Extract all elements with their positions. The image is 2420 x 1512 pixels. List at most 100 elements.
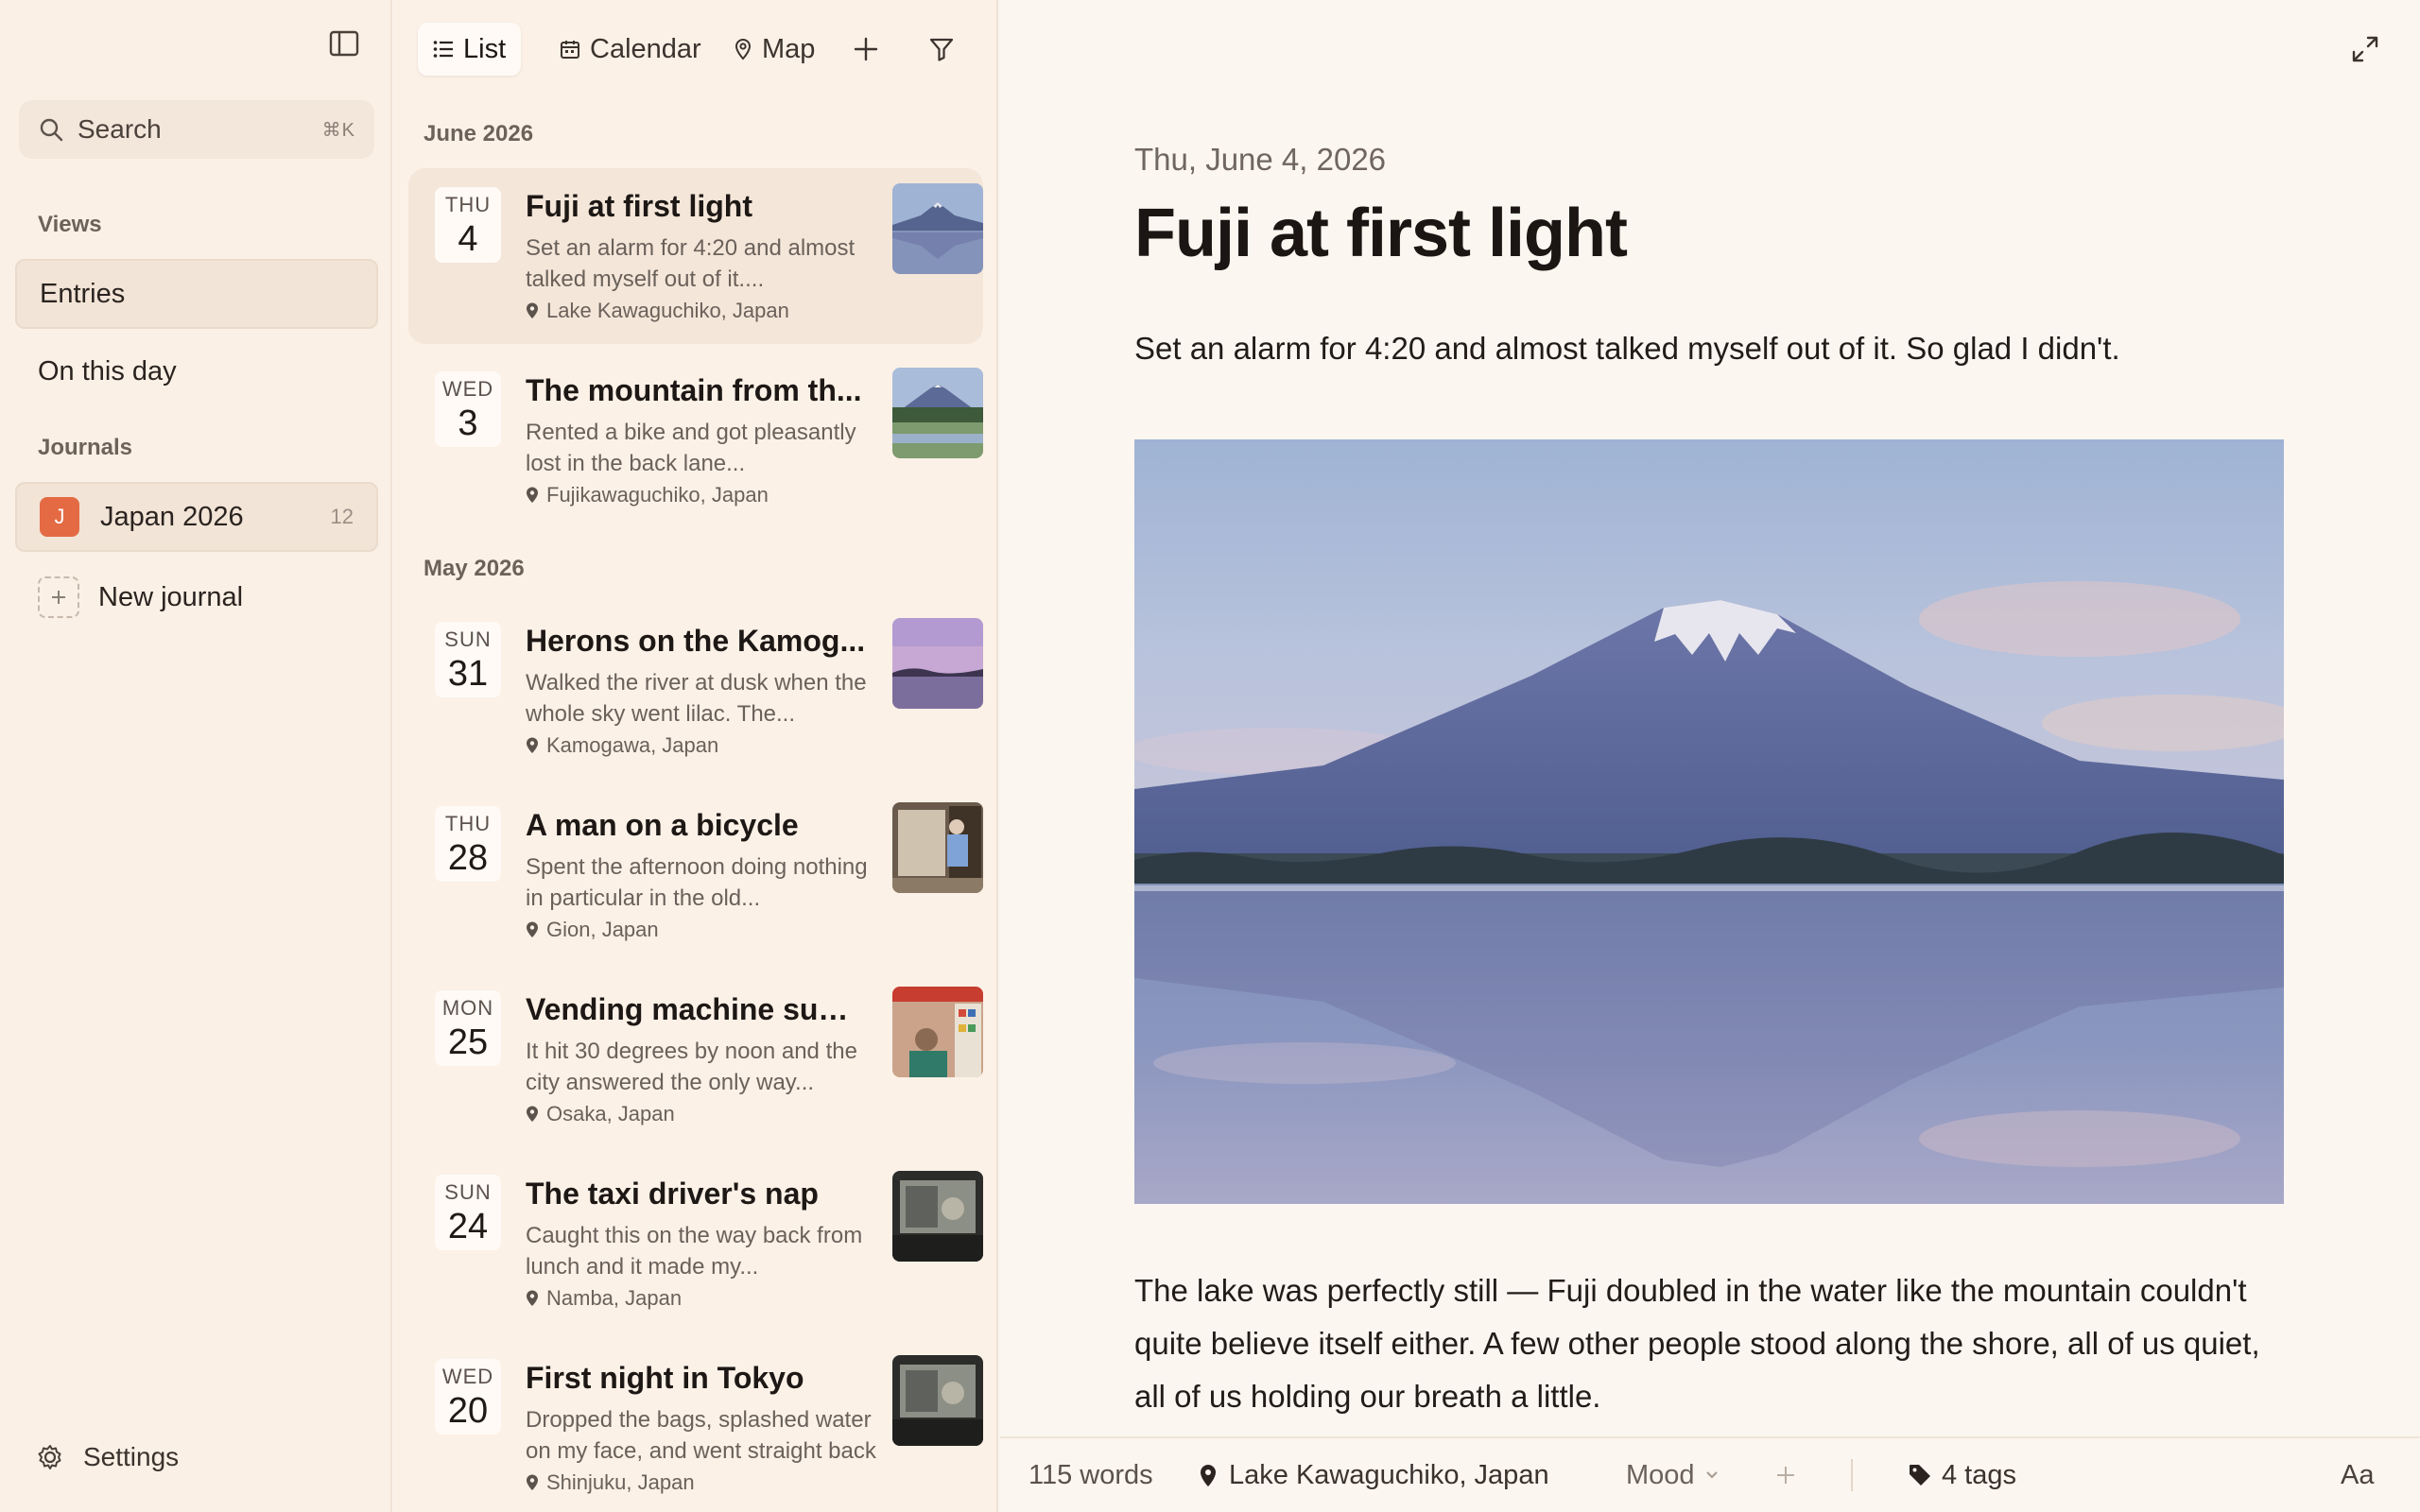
entry-photo-thumbnail: [892, 1171, 983, 1262]
entry-card[interactable]: SUN 31 Herons on the Kamog... Walked the ri…: [408, 603, 983, 779]
tab-list[interactable]: List: [418, 23, 522, 76]
filter-button[interactable]: [919, 26, 964, 72]
location-pin-icon: [527, 302, 538, 318]
month-heading: June 2026: [424, 121, 534, 146]
entry-date-box: WED 20: [435, 1359, 501, 1435]
entry-day: 24: [447, 1207, 489, 1246]
expand-button[interactable]: [2344, 28, 2386, 70]
word-count-label: 115 words: [1028, 1459, 1153, 1490]
sidebar-item-label: On this day: [38, 355, 177, 387]
location-pin-icon: [527, 1474, 538, 1490]
entry-weekday: MON: [441, 996, 494, 1020]
entry-snippet: Dropped the bags, splashed water on my f…: [526, 1407, 876, 1464]
sidebar-item-entries[interactable]: Entries: [15, 259, 378, 329]
search-icon: [40, 118, 63, 142]
entry-day: 31: [447, 654, 489, 694]
list-icon: [433, 41, 453, 58]
entry-photo-thumbnail: [892, 368, 983, 458]
chevron-down-icon: [1705, 1471, 1718, 1479]
entry-snippet: Walked the river at dusk when the whole …: [526, 670, 867, 727]
entry-card[interactable]: WED 3 The mountain from th... Rented a bike…: [408, 352, 983, 528]
filter-icon: [929, 38, 954, 61]
sidebar-item-journal-japan-2026[interactable]: J Japan 2026 12: [15, 482, 378, 552]
entry-card[interactable]: THU 28 A man on a bicycle Spent the afterno…: [408, 787, 983, 963]
entry-location-label: Fujikawaguchiko, Japan: [546, 483, 769, 507]
tags-button[interactable]: 4 tags: [1908, 1460, 2016, 1491]
entry-card[interactable]: MON 25 Vending machine sum... It hit 30 deg…: [408, 971, 983, 1147]
location-pin-icon: [527, 737, 538, 753]
settings-button[interactable]: Settings: [36, 1442, 179, 1472]
add-entry-button[interactable]: [843, 26, 889, 72]
plus-icon: [1777, 1467, 1794, 1484]
entry-title: The taxi driver's nap: [526, 1177, 819, 1211]
sidebar-item-label: Entries: [40, 278, 126, 309]
journals-heading: Journals: [38, 435, 133, 460]
add-field-button[interactable]: [1775, 1465, 1796, 1486]
search-placeholder: Search: [78, 114, 162, 144]
entry-lead-paragraph[interactable]: Set an alarm for 4:20 and almost talked …: [1134, 331, 2120, 367]
entry-snippet: It hit 30 degrees by noon and the city a…: [526, 1039, 857, 1095]
entry-day: 4: [458, 219, 478, 259]
tags-label: 4 tags: [1942, 1459, 2016, 1490]
entry-date-box: SUN 31: [435, 622, 501, 697]
entry-location: Gion, Japan: [526, 918, 659, 942]
journal-name: Japan 2026: [100, 501, 244, 532]
month-heading: May 2026: [424, 556, 525, 581]
entry-day: 3: [458, 404, 478, 443]
entry-location: Namba, Japan: [526, 1286, 682, 1311]
entry-location-button[interactable]: Lake Kawaguchiko, Japan: [1199, 1460, 1549, 1491]
entry-photo-thumbnail: [892, 802, 983, 893]
entry-location: Fujikawaguchiko, Japan: [526, 483, 769, 507]
entry-location: Lake Kawaguchiko, Japan: [526, 299, 789, 323]
search-input[interactable]: Search ⌘K: [19, 100, 374, 159]
entry-body-paragraph[interactable]: The lake was perfectly still — Fuji doub…: [1134, 1264, 2297, 1423]
entry-day: 28: [447, 838, 489, 878]
mood-dropdown[interactable]: Mood: [1626, 1460, 1720, 1491]
sidebar-toggle-button[interactable]: [325, 26, 363, 60]
font-settings-button[interactable]: Aa: [2341, 1460, 2374, 1491]
tab-label: List: [463, 33, 507, 64]
entry-detail-pane: Thu, June 4, 2026 Fuji at first light Se…: [1000, 0, 2420, 1512]
status-divider: [1851, 1459, 1853, 1491]
entry-date: Thu, June 4, 2026: [1134, 142, 1387, 177]
entry-location-label: Shinjuku, Japan: [546, 1470, 695, 1494]
entry-thumbnail: [892, 183, 983, 274]
views-heading: Views: [38, 212, 102, 237]
tab-label: Map: [762, 33, 816, 64]
entry-date-box: THU 28: [435, 806, 501, 882]
entry-weekday: THU: [444, 812, 492, 835]
entry-date-box: WED 3: [435, 371, 501, 447]
settings-label: Settings: [83, 1442, 180, 1471]
sidebar-item-on-this-day[interactable]: On this day: [15, 336, 378, 406]
entry-card[interactable]: SUN 24 The taxi driver's nap Caught this on…: [408, 1156, 983, 1332]
entry-card[interactable]: WED 20 First night in Tokyo Dropped the bag…: [408, 1340, 983, 1512]
entry-snippet: Caught this on the way back from lunch a…: [526, 1223, 863, 1280]
entry-thumbnail: [892, 368, 983, 458]
entry-location-label: Kamogawa, Japan: [546, 733, 719, 757]
tab-label: Calendar: [590, 33, 701, 64]
entry-location: Shinjuku, Japan: [526, 1470, 695, 1495]
entry-weekday: WED: [441, 377, 494, 401]
entry-snippet: Rented a bike and got pleasantly lost in…: [526, 420, 856, 476]
entry-hero-photo[interactable]: [1134, 439, 2284, 1204]
entry-title: Vending machine sum...: [526, 992, 866, 1026]
entry-thumbnail: [892, 618, 983, 709]
new-journal-button[interactable]: New journal: [15, 562, 378, 632]
entry-weekday: THU: [444, 193, 492, 216]
new-journal-label: New journal: [98, 581, 244, 612]
entry-thumbnail: [892, 987, 983, 1077]
entry-thumbnail: [892, 1355, 983, 1446]
entry-snippet: Spent the afternoon doing nothing in par…: [526, 854, 868, 911]
entry-title: Fuji at first light: [526, 189, 752, 223]
entry-title: First night in Tokyo: [526, 1361, 804, 1395]
entry-title[interactable]: Fuji at first light: [1134, 195, 1628, 272]
entry-card[interactable]: THU 4 Fuji at first light Set an alarm for …: [408, 168, 983, 344]
calendar-icon: [561, 41, 579, 59]
mount-fuji-photo: [1134, 439, 2284, 1204]
tab-calendar[interactable]: Calendar: [544, 23, 717, 76]
tab-map[interactable]: Map: [718, 23, 830, 76]
expand-icon: [2352, 36, 2378, 62]
entry-date-box: SUN 24: [435, 1175, 501, 1250]
font-toggle-label: Aa: [2341, 1459, 2375, 1490]
sidebar: Search ⌘K Views Entries On this day Jour…: [0, 0, 392, 1512]
